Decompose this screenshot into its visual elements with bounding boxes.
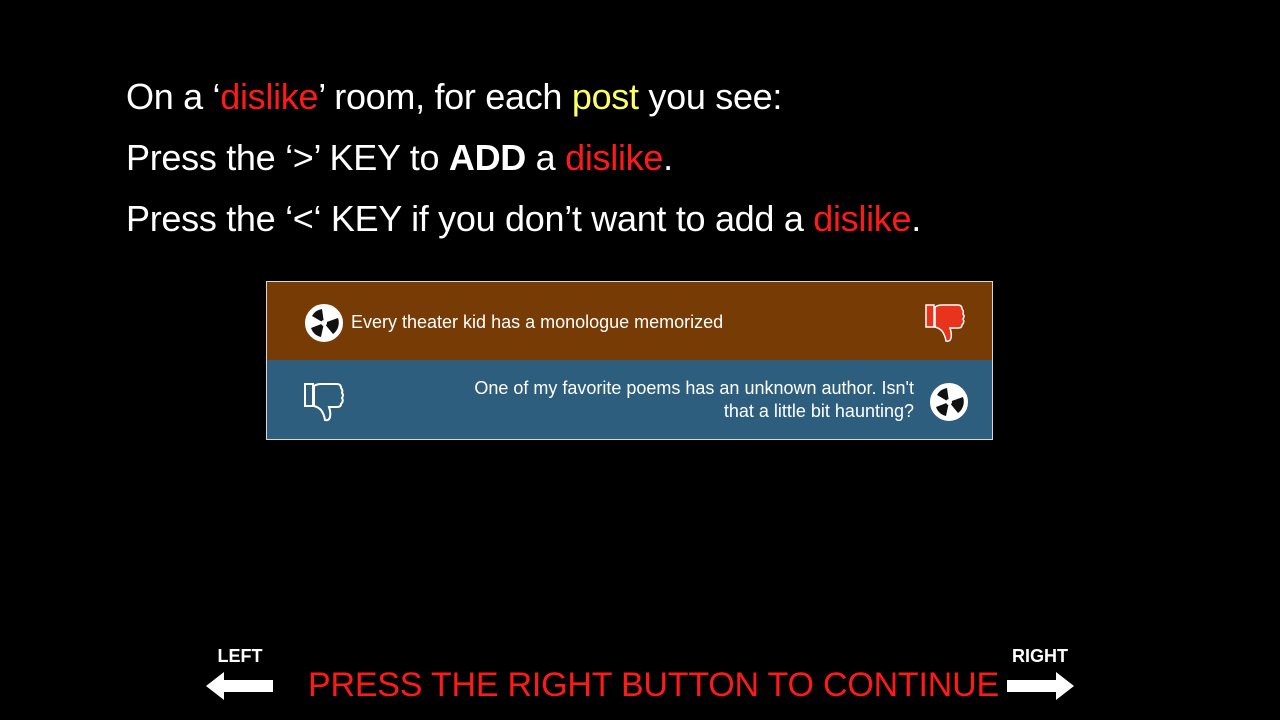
instruction-text: ’ room, for each xyxy=(318,76,572,117)
dislike-keyword: dislike xyxy=(565,137,664,178)
add-keyword: ADD xyxy=(448,137,526,178)
instruction-text: Press the ‘>’ KEY to xyxy=(126,137,449,178)
continue-instruction: PRESS THE RIGHT BUTTON TO CONTINUE xyxy=(308,666,999,704)
user-avatar-icon xyxy=(305,304,343,342)
instruction-line-3: Press the ‘<‘ KEY if you don’t want to a… xyxy=(126,188,921,249)
right-control[interactable]: RIGHT xyxy=(1000,645,1080,701)
instruction-text: Press the ‘<‘ KEY if you don’t want to a… xyxy=(126,198,814,239)
instruction-text: On a ‘ xyxy=(126,76,221,117)
post-item: One of my favorite poems has an unknown … xyxy=(267,361,992,439)
post-feed-example: Every theater kid has a monologue memori… xyxy=(266,281,993,440)
instruction-line-1: On a ‘dislike’ room, for each post you s… xyxy=(126,66,921,127)
dislike-keyword: dislike xyxy=(813,198,912,239)
right-arrow-icon[interactable] xyxy=(1006,671,1074,701)
thumbs-down-icon[interactable] xyxy=(301,381,347,423)
instruction-text: a xyxy=(525,137,566,178)
instruction-text: . xyxy=(911,198,921,239)
left-control[interactable]: LEFT xyxy=(200,645,280,701)
left-arrow-icon[interactable] xyxy=(206,671,274,701)
right-label: RIGHT xyxy=(1012,646,1068,666)
left-label: LEFT xyxy=(217,646,263,666)
post-text: Every theater kid has a monologue memori… xyxy=(351,312,724,332)
dislike-keyword: dislike xyxy=(220,76,319,117)
post-item: Every theater kid has a monologue memori… xyxy=(267,282,992,360)
thumbs-down-icon[interactable] xyxy=(922,302,968,344)
instruction-line-2: Press the ‘>’ KEY to ADD a dislike. xyxy=(126,127,921,188)
post-keyword: post xyxy=(571,76,639,117)
instruction-text: you see: xyxy=(638,76,783,117)
instruction-text: . xyxy=(663,137,673,178)
post-text: One of my favorite poems has an unknown … xyxy=(474,378,914,421)
user-avatar-icon xyxy=(930,383,968,421)
instructions: On a ‘dislike’ room, for each post you s… xyxy=(126,66,921,249)
